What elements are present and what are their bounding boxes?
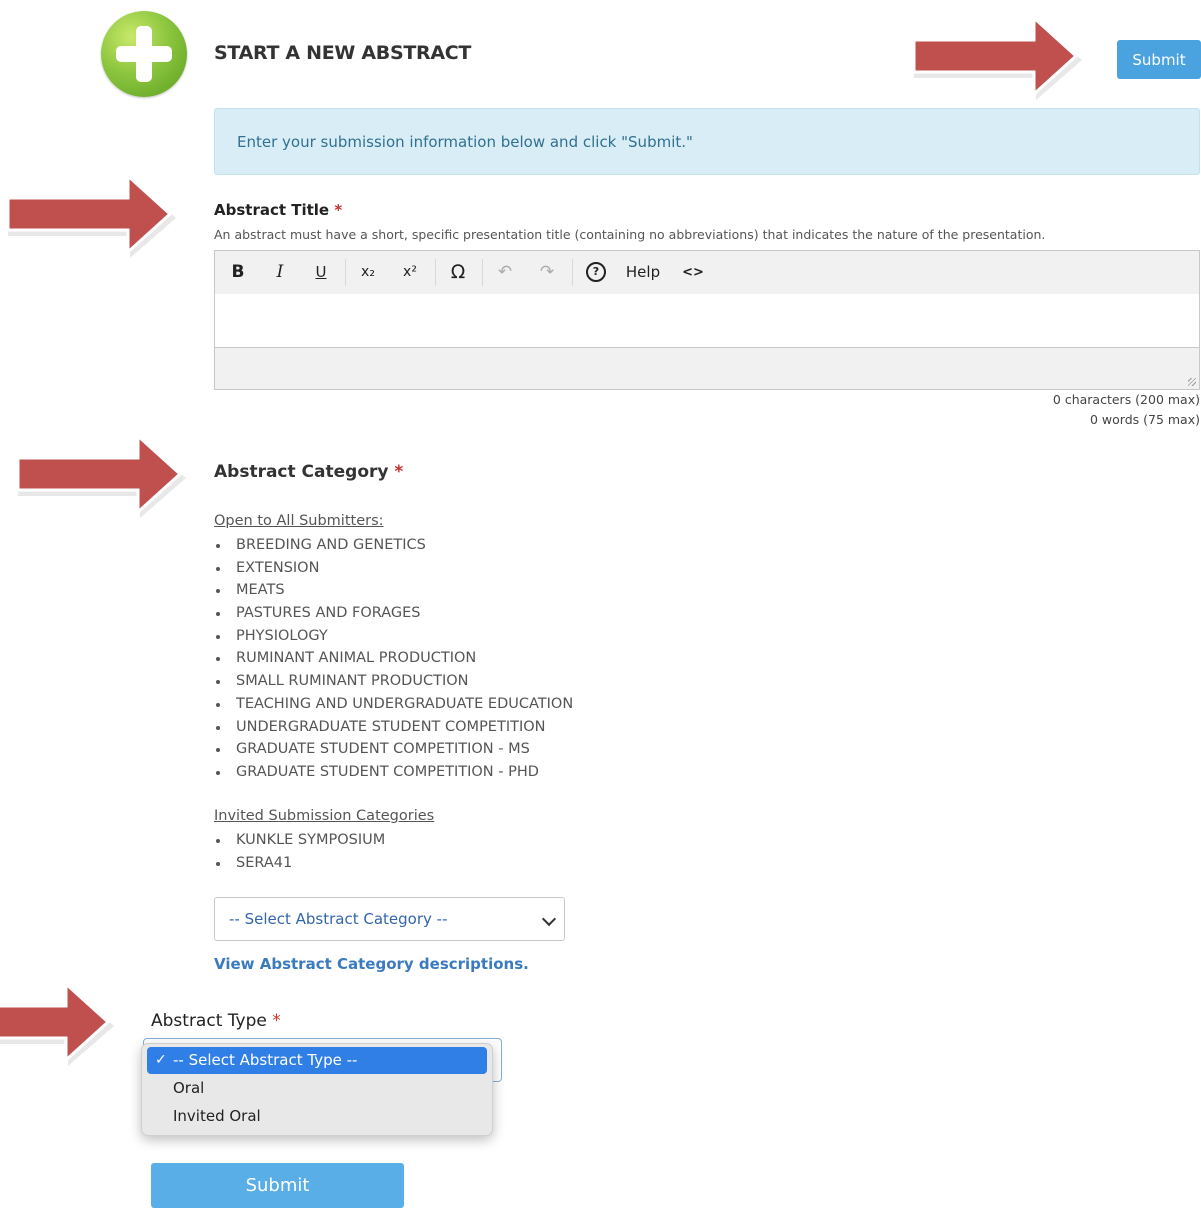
page-title: START A NEW ABSTRACT xyxy=(214,42,472,64)
bullet-icon xyxy=(216,657,220,662)
category-list-item: SERA41 xyxy=(214,852,385,875)
abstract-title-input[interactable] xyxy=(215,294,1199,348)
help-icon[interactable]: ? xyxy=(585,251,607,294)
category-name: UNDERGRADUATE STUDENT COMPETITION xyxy=(236,718,546,735)
abstract-type-option-oral[interactable]: Oral xyxy=(147,1075,487,1102)
category-name: GRADUATE STUDENT COMPETITION - PHD xyxy=(236,763,539,780)
bullet-icon xyxy=(216,725,220,730)
abstract-type-dropdown: ✓ -- Select Abstract Type -- Oral Invite… xyxy=(141,1043,493,1136)
category-list-item: SMALL RUMINANT PRODUCTION xyxy=(214,670,573,693)
bold-button[interactable]: B xyxy=(228,251,248,294)
category-name: MEATS xyxy=(236,582,285,599)
category-name: GRADUATE STUDENT COMPETITION - MS xyxy=(236,741,530,758)
bullet-icon xyxy=(216,634,220,639)
category-list-item: MEATS xyxy=(214,579,573,602)
required-mark: * xyxy=(394,462,404,482)
bullet-icon xyxy=(216,702,220,707)
invited-categories-heading: Invited Submission Categories xyxy=(214,808,435,824)
help-circle-icon: ? xyxy=(586,262,606,282)
editor-statusbar xyxy=(215,348,1199,389)
bullet-icon xyxy=(216,839,220,843)
option-label: -- Select Abstract Type -- xyxy=(173,1051,358,1069)
word-count: 0 words (75 max) xyxy=(1089,412,1200,427)
help-button[interactable]: Help xyxy=(623,251,663,294)
abstract-title-hint: An abstract must have a short, specific … xyxy=(214,227,1046,242)
character-count: 0 characters (200 max) xyxy=(1052,392,1200,407)
open-categories-heading: Open to All Submitters: xyxy=(214,513,384,529)
checkmark-icon: ✓ xyxy=(155,1052,167,1068)
required-mark: * xyxy=(334,201,343,219)
annotation-arrow-icon xyxy=(912,14,1082,100)
bullet-icon xyxy=(216,589,220,594)
submit-button-top[interactable]: Submit xyxy=(1117,40,1201,79)
category-list-item: UNDERGRADUATE STUDENT COMPETITION xyxy=(214,716,573,739)
editor-toolbar: B I U x₂ x² Ω ↶ ↷ ? Help <> xyxy=(215,251,1199,295)
bullet-icon xyxy=(216,544,220,548)
subscript-button[interactable]: x₂ xyxy=(356,251,380,294)
abstract-title-label: Abstract Title * xyxy=(214,201,342,219)
source-code-button[interactable]: <> xyxy=(681,251,705,294)
italic-button[interactable]: I xyxy=(270,251,290,294)
category-list-item: BREEDING AND GENETICS xyxy=(214,534,573,557)
redo-icon[interactable]: ↷ xyxy=(536,251,558,294)
category-name: EXTENSION xyxy=(236,559,320,576)
add-abstract-logo-icon xyxy=(101,11,187,97)
view-category-descriptions-link[interactable]: View Abstract Category descriptions. xyxy=(214,955,529,973)
category-name: KUNKLE SYMPOSIUM xyxy=(236,832,386,848)
category-name: PHYSIOLOGY xyxy=(236,627,328,644)
category-name: BREEDING AND GENETICS xyxy=(236,537,426,553)
annotation-arrow-icon xyxy=(0,980,114,1066)
category-list-item: GRADUATE STUDENT COMPETITION - PHD xyxy=(214,761,573,784)
category-list-item: EXTENSION xyxy=(214,557,573,580)
undo-icon[interactable]: ↶ xyxy=(494,251,516,294)
underline-button[interactable]: U xyxy=(311,251,331,294)
category-name: RUMINANT ANIMAL PRODUCTION xyxy=(236,650,477,667)
category-list-item: RUMINANT ANIMAL PRODUCTION xyxy=(214,647,573,670)
abstract-type-label: Abstract Type * xyxy=(151,1011,281,1031)
category-list-item: PHYSIOLOGY xyxy=(214,625,573,648)
special-character-button[interactable]: Ω xyxy=(445,251,471,294)
invited-categories-list: KUNKLE SYMPOSIUM SERA41 xyxy=(214,829,385,874)
category-list-item: KUNKLE SYMPOSIUM xyxy=(214,829,385,852)
info-message: Enter your submission information below … xyxy=(214,108,1200,175)
submit-button-bottom[interactable]: Submit xyxy=(151,1163,404,1208)
bullet-icon xyxy=(216,566,220,571)
superscript-button[interactable]: x² xyxy=(398,251,422,294)
abstract-category-select[interactable]: -- Select Abstract Category -- xyxy=(214,897,565,941)
annotation-arrow-icon xyxy=(16,432,186,518)
abstract-title-editor: B I U x₂ x² Ω ↶ ↷ ? Help <> xyxy=(214,250,1200,390)
category-list-item: PASTURES AND FORAGES xyxy=(214,602,573,625)
bullet-icon xyxy=(216,680,220,685)
resize-handle-icon[interactable] xyxy=(1188,378,1196,386)
category-list-item: TEACHING AND UNDERGRADUATE EDUCATION xyxy=(214,693,573,716)
required-mark: * xyxy=(272,1011,281,1031)
chevron-down-icon xyxy=(541,911,557,927)
category-list-item: GRADUATE STUDENT COMPETITION - MS xyxy=(214,738,573,761)
abstract-type-option-placeholder[interactable]: ✓ -- Select Abstract Type -- xyxy=(147,1047,487,1074)
category-name: TEACHING AND UNDERGRADUATE EDUCATION xyxy=(236,695,574,712)
bullet-icon xyxy=(216,770,220,775)
abstract-category-label: Abstract Category * xyxy=(214,462,403,482)
category-name: PASTURES AND FORAGES xyxy=(236,605,421,622)
abstract-type-label-text: Abstract Type xyxy=(151,1011,267,1031)
bullet-icon xyxy=(216,861,220,866)
abstract-category-select-value: -- Select Abstract Category -- xyxy=(229,910,448,928)
abstract-category-label-text: Abstract Category xyxy=(214,462,389,482)
abstract-title-label-text: Abstract Title xyxy=(214,201,330,219)
category-name: SERA41 xyxy=(236,854,293,871)
bullet-icon xyxy=(216,612,220,617)
bullet-icon xyxy=(216,748,220,753)
category-name: SMALL RUMINANT PRODUCTION xyxy=(236,673,469,690)
abstract-type-option-invited-oral[interactable]: Invited Oral xyxy=(147,1103,487,1130)
open-categories-list: BREEDING AND GENETICS EXTENSION MEATS PASTU… xyxy=(214,534,573,784)
annotation-arrow-icon xyxy=(6,172,176,258)
